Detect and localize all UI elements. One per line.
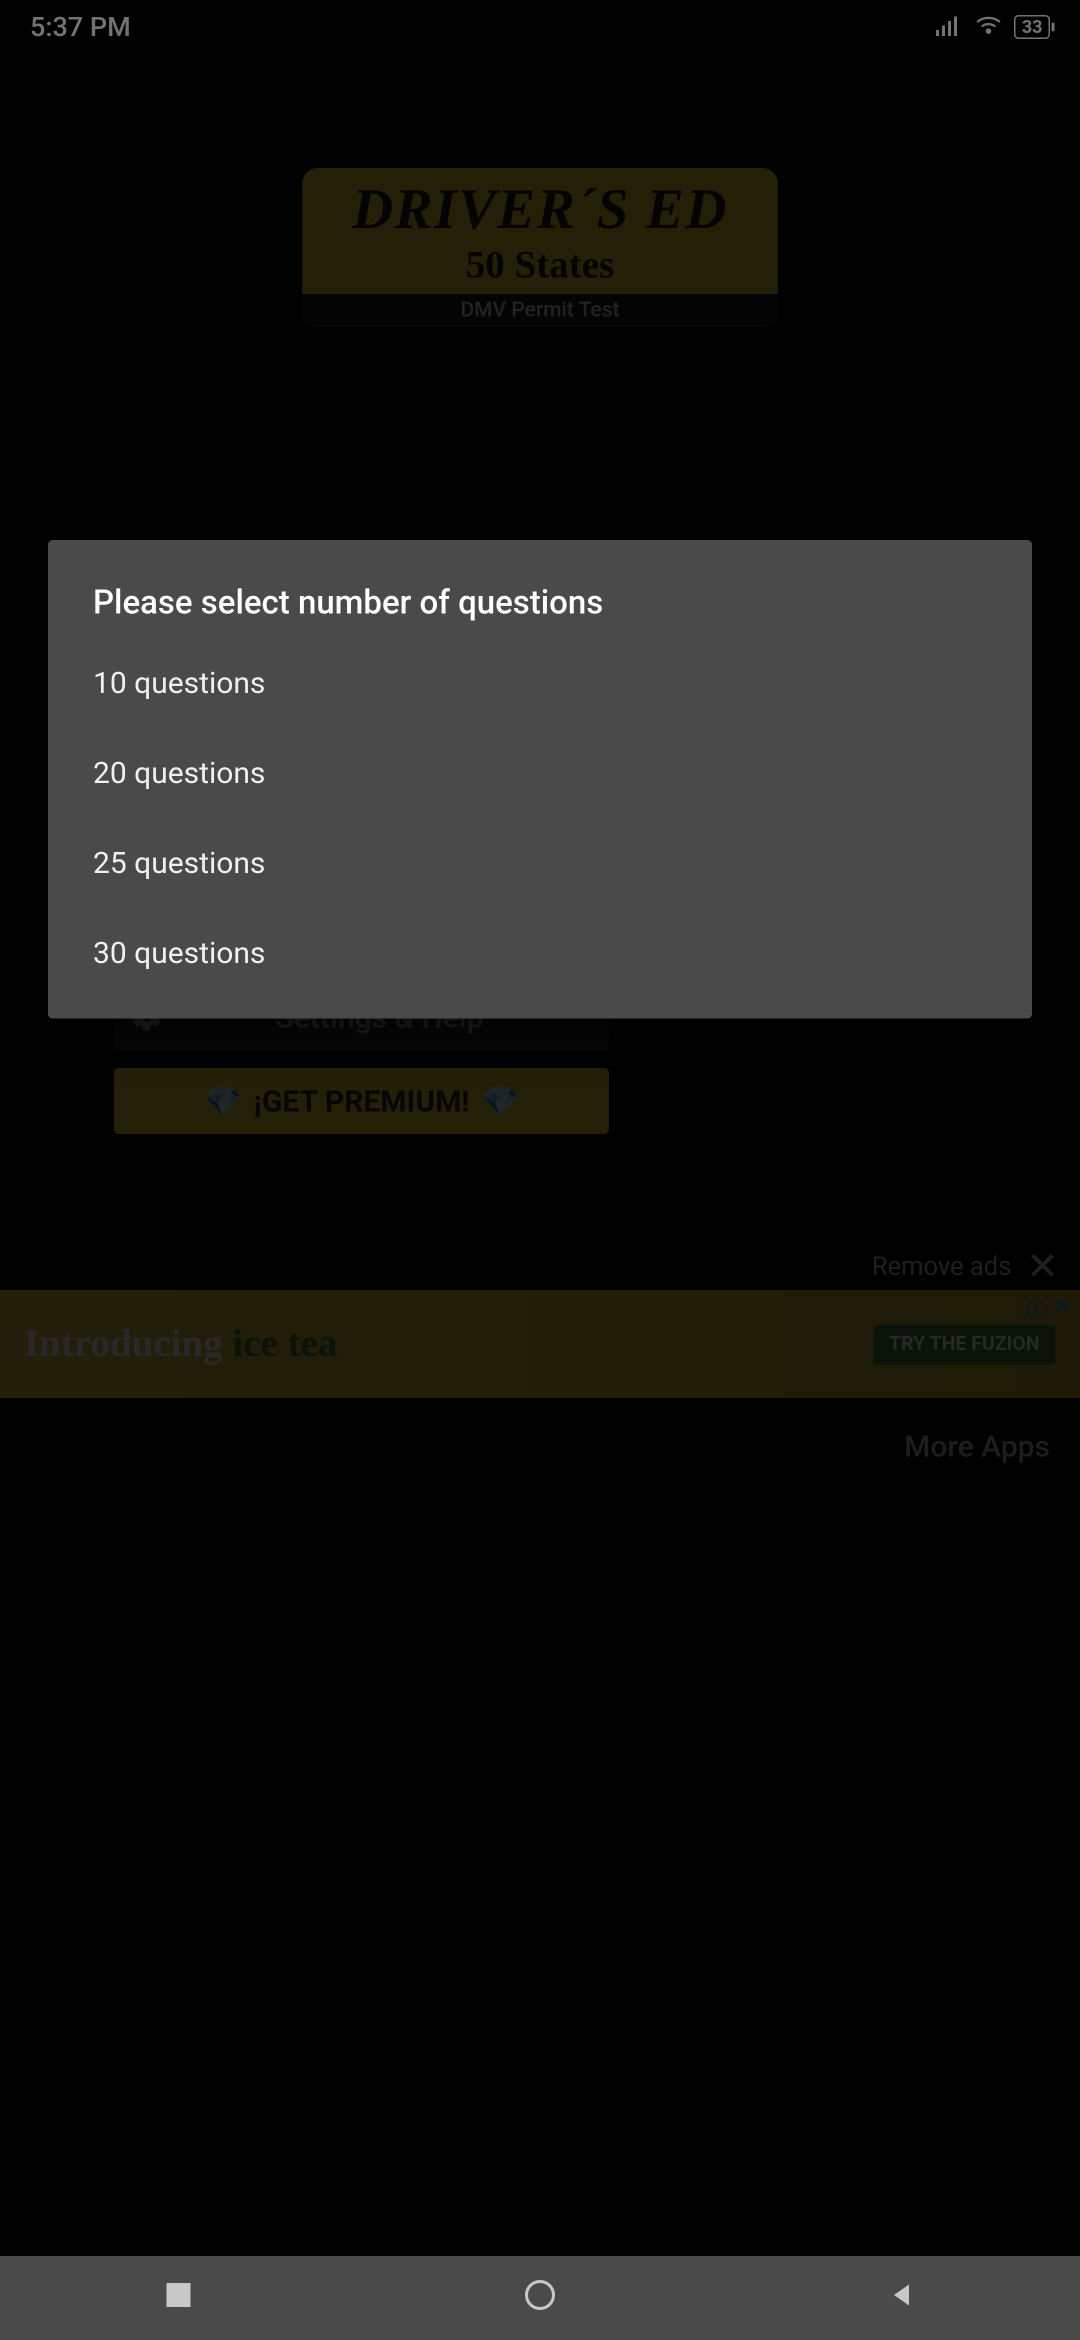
option-20-questions[interactable]: 20 questions — [48, 728, 1032, 818]
option-30-questions[interactable]: 30 questions — [48, 908, 1032, 998]
option-25-questions[interactable]: 25 questions — [48, 818, 1032, 908]
android-nav-bar — [0, 2256, 1080, 2340]
question-count-dialog: Please select number of questions 10 que… — [48, 540, 1032, 1019]
nav-recent-icon[interactable] — [164, 2280, 194, 2316]
nav-back-icon[interactable] — [886, 2280, 916, 2316]
screen: DRIVER´S ED 50 States DMV Permit Test Se… — [0, 0, 1080, 2340]
modal-scrim[interactable] — [0, 0, 1080, 2340]
option-10-questions[interactable]: 10 questions — [48, 638, 1032, 728]
dialog-title: Please select number of questions — [48, 585, 1032, 638]
nav-home-icon[interactable] — [522, 2277, 558, 2319]
